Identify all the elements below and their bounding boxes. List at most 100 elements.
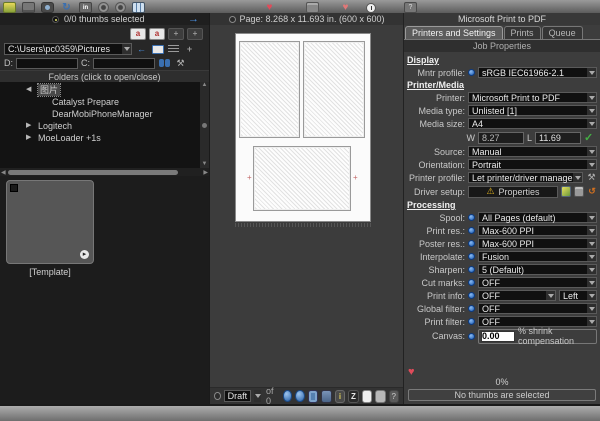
info-dot-icon[interactable] bbox=[468, 227, 475, 234]
layout-cell-top-left[interactable] bbox=[239, 41, 300, 138]
printer-profile-select[interactable]: Let printer/driver manage color bbox=[468, 172, 583, 183]
heart-status-icon[interactable]: ♥ bbox=[408, 366, 415, 378]
media-type-select[interactable]: Unlisted [1] bbox=[468, 105, 597, 116]
hscroll-thumb[interactable] bbox=[8, 170, 178, 175]
interpolate-select[interactable]: Fusion bbox=[478, 251, 597, 262]
no-thumbs-button[interactable]: No thumbs are selected bbox=[408, 389, 596, 401]
print-info-select[interactable]: OFF bbox=[478, 290, 556, 301]
info-dot-icon[interactable] bbox=[468, 214, 475, 221]
chevron-down-icon[interactable] bbox=[587, 106, 596, 115]
thumb-badge-icon[interactable]: ▸ bbox=[80, 250, 89, 259]
back-arrow-icon[interactable]: ← bbox=[135, 43, 148, 55]
path-combobox[interactable]: C:\Users\pc0359\Pictures bbox=[4, 43, 132, 55]
share-in-icon[interactable]: in bbox=[79, 2, 92, 13]
monitor-icon[interactable] bbox=[22, 2, 35, 13]
chevron-down-icon[interactable] bbox=[122, 44, 131, 54]
driver-properties-button[interactable]: ⚠ Properties bbox=[468, 186, 558, 198]
camera-icon[interactable] bbox=[41, 2, 54, 13]
help-icon[interactable]: ? bbox=[404, 2, 417, 13]
shrink-compensation-input[interactable] bbox=[481, 331, 515, 342]
sort-icon[interactable]: Z bbox=[348, 390, 358, 403]
page-canvas[interactable]: + + bbox=[235, 33, 371, 222]
new-page-icon[interactable] bbox=[362, 390, 372, 403]
length-input[interactable] bbox=[535, 132, 581, 144]
favorite-heart-icon[interactable]: ♥ bbox=[263, 2, 276, 13]
open-folder-icon[interactable] bbox=[3, 2, 16, 13]
list-icon[interactable] bbox=[167, 43, 180, 55]
add-folder-icon[interactable]: + bbox=[183, 43, 196, 55]
tree-horizontal-scrollbar[interactable]: ◀ ▶ bbox=[0, 168, 209, 176]
tree-closed-icon[interactable]: ▶ bbox=[26, 120, 34, 132]
cut-marks-select[interactable]: OFF bbox=[478, 277, 597, 288]
check-icon[interactable]: ✓ bbox=[584, 131, 593, 144]
chevron-down-icon[interactable] bbox=[587, 291, 596, 300]
chevron-down-icon[interactable] bbox=[587, 68, 596, 77]
thumb-small-button[interactable]: a bbox=[130, 28, 146, 40]
info-dot-icon[interactable] bbox=[468, 333, 475, 340]
tab-printers-and-settings[interactable]: Printers and Settings bbox=[405, 26, 503, 39]
info-dot-icon[interactable] bbox=[468, 292, 475, 299]
print-info-icon[interactable]: i bbox=[335, 390, 345, 403]
chevron-down-icon[interactable] bbox=[587, 317, 596, 326]
clock-icon[interactable] bbox=[366, 3, 376, 13]
tree-item-logitech[interactable]: ▶ Logitech bbox=[26, 120, 200, 132]
thumb-large-button[interactable]: a bbox=[149, 28, 165, 40]
nav-next-icon[interactable] bbox=[295, 390, 305, 402]
poster-res-select[interactable]: Max-600 PPI bbox=[478, 238, 597, 249]
mntr-profile-select[interactable]: sRGB IEC61966-2.1 bbox=[478, 67, 597, 78]
quality-select[interactable]: Draft bbox=[224, 390, 252, 402]
tree-item-pictures[interactable]: ◀ 图片 bbox=[26, 84, 200, 96]
home-icon[interactable]: ♥ bbox=[339, 2, 352, 13]
disc-icon[interactable] bbox=[98, 2, 109, 13]
template-thumbnail[interactable]: ▸ bbox=[6, 180, 94, 264]
page-curl-icon[interactable]: ? bbox=[389, 390, 399, 403]
thumbs-radio-icon[interactable] bbox=[52, 16, 59, 23]
tree-closed-icon[interactable]: ▶ bbox=[26, 132, 34, 144]
grid-icon[interactable] bbox=[132, 2, 145, 13]
orientation-select[interactable]: Portrait bbox=[468, 159, 597, 170]
chevron-down-icon[interactable] bbox=[587, 213, 596, 222]
tab-prints[interactable]: Prints bbox=[504, 26, 541, 39]
printer-icon[interactable] bbox=[306, 2, 319, 13]
layout-cell-bottom[interactable] bbox=[253, 146, 351, 211]
tree-item-catalyst[interactable]: Catalyst Prepare bbox=[26, 96, 200, 108]
tools-icon[interactable]: ⚒ bbox=[174, 57, 187, 69]
media-size-select[interactable]: A4 bbox=[468, 118, 597, 129]
tree-open-icon[interactable]: ◀ bbox=[26, 84, 34, 96]
copy-page-icon[interactable] bbox=[375, 390, 385, 403]
tree-vertical-scrollbar[interactable]: ▲ ▼ bbox=[200, 82, 209, 168]
chevron-down-icon[interactable] bbox=[587, 278, 596, 287]
chevron-down-icon[interactable] bbox=[573, 173, 582, 182]
width-input[interactable] bbox=[478, 132, 524, 144]
disc2-icon[interactable] bbox=[115, 2, 126, 13]
sharpen-select[interactable]: 5 (Default) bbox=[478, 264, 597, 275]
quality-chevron-icon[interactable] bbox=[254, 390, 261, 402]
chevron-down-icon[interactable] bbox=[587, 147, 596, 156]
chevron-down-icon[interactable] bbox=[587, 160, 596, 169]
chevron-down-icon[interactable] bbox=[587, 93, 596, 102]
undo-icon[interactable]: ↺ bbox=[587, 186, 597, 197]
printer-select[interactable]: Microsoft Print to PDF bbox=[468, 92, 597, 103]
job-folder-icon[interactable] bbox=[321, 390, 331, 403]
page-list-icon[interactable] bbox=[308, 390, 318, 403]
spool-select[interactable]: All Pages (default) bbox=[478, 212, 597, 223]
info-dot-icon[interactable] bbox=[468, 318, 475, 325]
tree-item-moeloader[interactable]: ▶ MoeLoader +1s bbox=[26, 132, 200, 144]
chevron-down-icon[interactable] bbox=[587, 239, 596, 248]
chevron-down-icon[interactable] bbox=[587, 226, 596, 235]
chevron-down-icon[interactable] bbox=[587, 304, 596, 313]
global-filter-select[interactable]: OFF bbox=[478, 303, 597, 314]
sync-icon[interactable]: ↻ bbox=[60, 2, 73, 13]
quality-radio-icon[interactable] bbox=[214, 392, 221, 400]
info-dot-icon[interactable] bbox=[468, 253, 475, 260]
add2-button[interactable]: + bbox=[187, 28, 203, 40]
c-filter-input[interactable] bbox=[93, 58, 155, 69]
small-printer-icon[interactable] bbox=[574, 186, 584, 197]
profile-tools-icon[interactable]: ⚒ bbox=[586, 172, 597, 183]
chevron-down-icon[interactable] bbox=[587, 252, 596, 261]
page-radio-icon[interactable] bbox=[229, 16, 236, 23]
media-leaf-icon[interactable] bbox=[561, 186, 571, 197]
nav-prev-icon[interactable] bbox=[283, 390, 293, 402]
folders-header[interactable]: Folders (click to open/close) bbox=[0, 70, 209, 82]
book-icon[interactable] bbox=[151, 43, 164, 55]
